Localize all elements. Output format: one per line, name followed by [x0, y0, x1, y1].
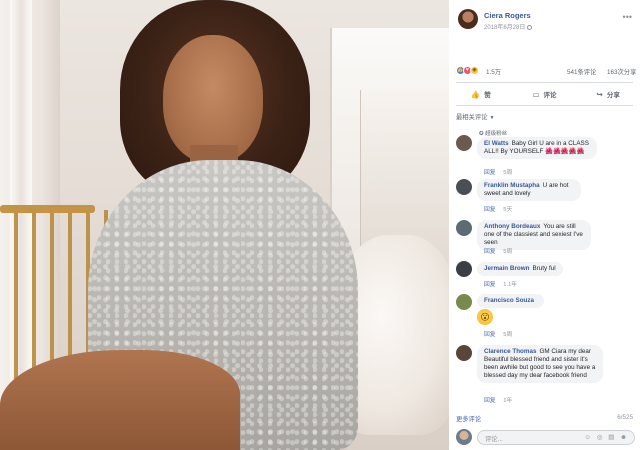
commenter-avatar[interactable]: [456, 345, 472, 361]
more-comments-link[interactable]: 更多评论: [456, 414, 481, 423]
comment-input[interactable]: 评论... ☺ ◎ ▤ ☻: [477, 430, 635, 445]
comment-bubble: Francisco Souza: [477, 294, 545, 308]
comment-time[interactable]: 5周: [503, 249, 512, 255]
commenter-name[interactable]: Franklin Mustapha: [484, 182, 540, 189]
composer-tool-icons[interactable]: ☺ ◎ ▤ ☻: [584, 433, 629, 441]
post-date[interactable]: 2018年6月28日: [484, 22, 533, 31]
comment-icon: ▭: [532, 89, 540, 99]
comment-sort-dropdown[interactable]: 最相关评论 ▼: [456, 112, 494, 121]
reaction-count[interactable]: 1.5万: [486, 67, 501, 76]
commenter-avatar[interactable]: [456, 220, 472, 236]
comment-bubble: Franklin Mustapha U are hot sweet and lov…: [477, 179, 581, 201]
post-sidebar: Ciera Rogers 2018年6月28日 ••• 👍 ♥ ◉ 1.5万 5…: [449, 0, 640, 450]
poster-name[interactable]: Ciera Rogers: [484, 11, 531, 20]
more-options-icon[interactable]: •••: [623, 12, 632, 22]
comment-composer: 评论... ☺ ◎ ▤ ☻: [449, 426, 640, 450]
like-button[interactable]: 👍 赞: [449, 85, 513, 103]
comment-meta: 回复 5天: [484, 204, 518, 213]
post-header: Ciera Rogers 2018年6月28日 •••: [449, 0, 640, 40]
comment-bubble: Jermain Brown Bruty ful: [477, 262, 563, 276]
thumbs-up-icon: 👍: [470, 89, 481, 99]
comment-meta: 回复 5周: [484, 329, 518, 338]
share-icon: ↪: [596, 89, 603, 99]
share-label: 分享: [606, 92, 620, 99]
current-user-avatar[interactable]: [456, 429, 472, 445]
wow-reaction-icon: ◉: [470, 66, 479, 75]
comment-time[interactable]: 1.1年: [503, 282, 517, 288]
comment-time[interactable]: 5天: [503, 207, 512, 213]
comment-meta: 回复 1年: [484, 395, 518, 404]
commenter-name[interactable]: El Watts: [484, 140, 509, 147]
divider: [456, 82, 633, 83]
comment-placeholder: 评论...: [485, 436, 503, 443]
surprised-face-icon: 😮: [477, 309, 493, 325]
post-actions: 👍 赞 ▭ 评论 ↪ 分享: [449, 85, 640, 103]
reaction-stats: 👍 ♥ ◉ 1.5万 541条评论 163次分享: [449, 64, 640, 78]
comment-meta: 回复 5周: [484, 167, 518, 176]
reply-link[interactable]: 回复: [484, 170, 496, 176]
reply-link[interactable]: 回复: [484, 207, 496, 213]
commenter-name[interactable]: Jermain Brown: [484, 265, 530, 272]
comment-count[interactable]: 541条评论: [567, 67, 596, 76]
badge-icon: ✪: [479, 131, 484, 137]
sort-label: 最相关评论: [456, 114, 488, 121]
comment-bubble: Clarence Thomas GM Ciara my dear Beautifu…: [477, 345, 603, 383]
like-label: 赞: [484, 92, 491, 99]
comment-time[interactable]: 1年: [503, 398, 512, 404]
reply-link[interactable]: 回复: [484, 332, 496, 338]
poster-avatar[interactable]: [458, 9, 478, 29]
share-button[interactable]: ↪ 分享: [576, 85, 640, 103]
comment-time[interactable]: 5周: [503, 332, 512, 338]
comment-button[interactable]: ▭ 评论: [513, 85, 577, 103]
comment-text: Bruty ful: [532, 265, 556, 272]
reaction-icons[interactable]: 👍 ♥ ◉: [456, 66, 479, 75]
post-date-text[interactable]: 2018年6月28日: [484, 25, 525, 31]
commenter-name[interactable]: Clarence Thomas: [484, 348, 537, 355]
commenter-avatar[interactable]: [456, 261, 472, 277]
commenter-avatar[interactable]: [456, 294, 472, 310]
photo-leg: [0, 350, 240, 450]
caret-down-icon: ▼: [489, 115, 495, 121]
comment-page-count: 6/525: [617, 414, 633, 421]
post-photo[interactable]: [0, 0, 449, 450]
globe-icon: [527, 25, 533, 30]
comment-meta: 回复 1.1年: [484, 279, 523, 288]
share-count[interactable]: 163次分享: [607, 67, 636, 76]
photo-chair-rail: [0, 205, 95, 213]
commenter-avatar[interactable]: [456, 135, 472, 151]
comment-label: 评论: [543, 92, 557, 99]
commenter-avatar[interactable]: [456, 179, 472, 195]
reply-link[interactable]: 回复: [484, 282, 496, 288]
top-fan-badge: ✪ 超级粉丝: [479, 129, 507, 137]
reply-link[interactable]: 回复: [484, 249, 496, 255]
commenter-name[interactable]: Francisco Souza: [484, 297, 534, 304]
commenter-name[interactable]: Anthony Bordeaux: [484, 223, 540, 230]
comment-meta: 回复 5周: [484, 246, 518, 255]
photo-face: [163, 35, 263, 163]
reply-link[interactable]: 回复: [484, 398, 496, 404]
comment-time[interactable]: 5周: [503, 170, 512, 176]
divider: [456, 105, 633, 106]
comment-bubble: El Watts Baby Girl U are in a CLASS ALL!!…: [477, 137, 597, 159]
